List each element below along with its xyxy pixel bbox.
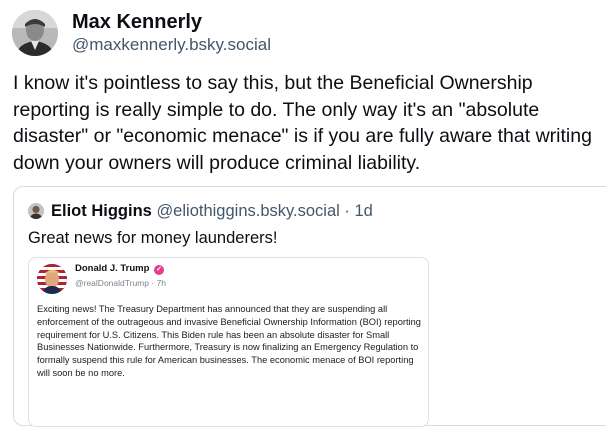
author-handle[interactable]: @maxkennerly.bsky.social [72, 35, 271, 55]
embed-author-name-text: Donald J. Trump [75, 263, 150, 274]
embed-author-handle: @realDonaldTrump [75, 278, 149, 288]
post: Max Kennerly @maxkennerly.bsky.social I … [0, 0, 606, 427]
post-text: I know it's pointless to say this, but t… [13, 72, 592, 174]
quote-timestamp[interactable]: 1d [355, 202, 373, 220]
person-photo-icon [37, 264, 67, 294]
quote-header: Eliot Higgins @eliothiggins.bsky.social … [51, 202, 373, 221]
person-photo-icon [12, 10, 58, 56]
quote-author-handle[interactable]: @eliothiggins.bsky.social [156, 202, 339, 220]
quote-author-name[interactable]: Eliot Higgins [51, 202, 152, 220]
embed-timestamp: 7h [156, 278, 167, 288]
embed-author-avatar [37, 264, 67, 294]
verified-badge-icon: ✓ [154, 265, 165, 275]
author-avatar[interactable] [12, 10, 58, 56]
separator-dot: · [344, 202, 350, 220]
embed-text: Exciting news! The Treasury Department h… [37, 304, 421, 378]
embed-author-name: Donald J. Trump ✓ [75, 263, 165, 275]
author-name[interactable]: Max Kennerly [72, 11, 202, 34]
quote-text: Great news for money launderers! [28, 229, 278, 247]
quote-author-avatar [28, 203, 44, 219]
quoted-post[interactable]: Eliot Higgins @eliothiggins.bsky.social … [13, 186, 606, 427]
person-photo-icon [28, 203, 44, 219]
embedded-screenshot: Donald J. Trump ✓ @realDonaldTrump · 7h … [28, 257, 429, 427]
embed-meta: @realDonaldTrump · 7h [75, 278, 166, 288]
separator-dot: · [151, 278, 155, 288]
